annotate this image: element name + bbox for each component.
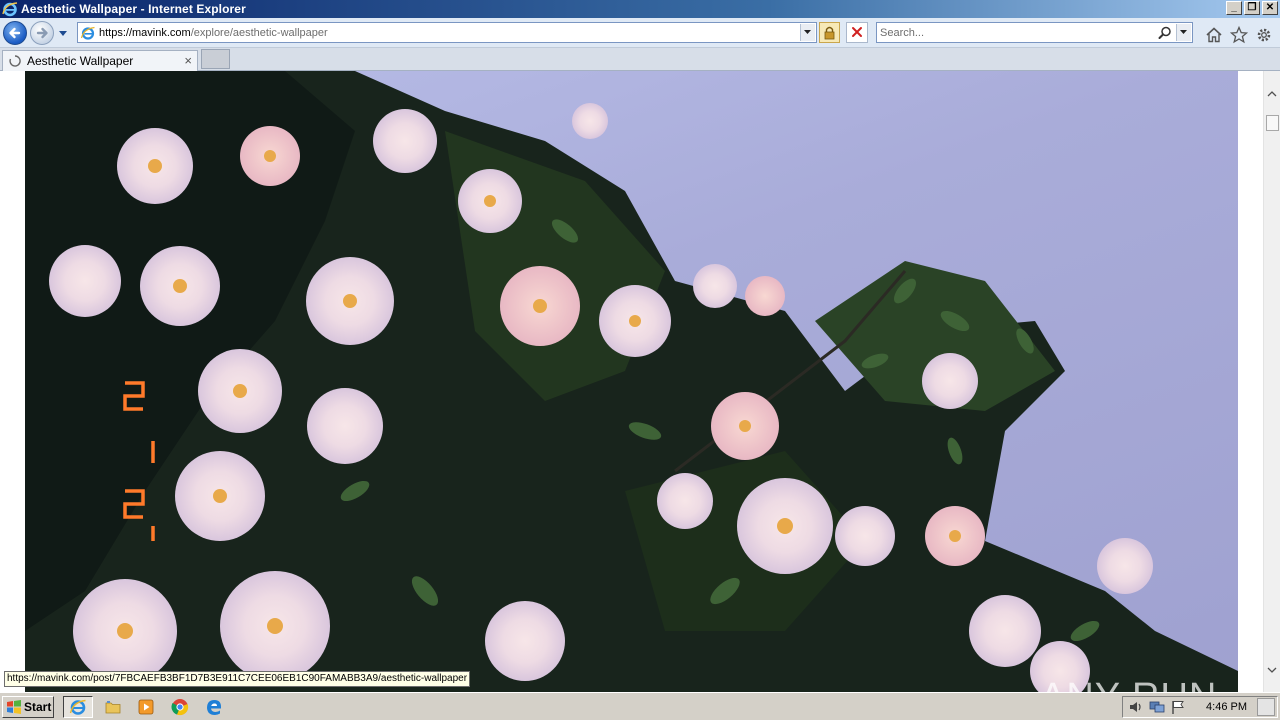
close-window-button[interactable]: ✕ bbox=[1262, 1, 1278, 15]
vertical-scrollbar[interactable] bbox=[1263, 71, 1280, 692]
security-lock-button[interactable] bbox=[819, 22, 840, 43]
lock-icon bbox=[824, 26, 835, 40]
arrow-right-icon bbox=[36, 27, 48, 39]
taskbar-clock[interactable]: 4:46 PM bbox=[1206, 701, 1247, 713]
navigation-bar: https://mavink.com/explore/aesthetic-wal… bbox=[0, 18, 1280, 48]
file-explorer-icon bbox=[105, 701, 121, 714]
new-tab-button[interactable] bbox=[201, 49, 230, 69]
page-icon bbox=[80, 26, 95, 40]
page-content: ANY RUN bbox=[0, 71, 1280, 718]
tab-close-button[interactable]: × bbox=[184, 54, 192, 67]
scrollbar-thumb[interactable] bbox=[1266, 115, 1279, 131]
tab-aesthetic-wallpaper[interactable]: Aesthetic Wallpaper × bbox=[2, 50, 198, 71]
edge-icon bbox=[207, 700, 221, 715]
scroll-down-icon[interactable] bbox=[1267, 665, 1277, 675]
forward-button[interactable] bbox=[30, 21, 54, 45]
start-label: Start bbox=[24, 700, 52, 714]
media-player-icon bbox=[138, 699, 154, 715]
stop-button[interactable] bbox=[846, 22, 868, 43]
close-icon bbox=[852, 27, 862, 37]
search-dropdown-button[interactable] bbox=[1176, 24, 1191, 41]
chevron-down-icon bbox=[1180, 30, 1187, 34]
taskbar-edge[interactable] bbox=[199, 696, 229, 718]
url-path: /explore/aesthetic-wallpaper bbox=[190, 26, 328, 39]
address-dropdown-button[interactable] bbox=[800, 24, 815, 41]
flower-photo[interactable] bbox=[25, 71, 1238, 692]
windows-logo-icon bbox=[7, 700, 21, 714]
favorites-star-icon[interactable] bbox=[1230, 26, 1248, 44]
recent-pages-dropdown-icon[interactable] bbox=[58, 28, 68, 38]
chevron-down-icon bbox=[804, 30, 811, 34]
internet-explorer-icon bbox=[69, 699, 86, 715]
chrome-icon bbox=[171, 699, 189, 716]
show-desktop-button[interactable] bbox=[1257, 698, 1275, 716]
system-tray: 4:46 PM bbox=[1122, 696, 1278, 718]
search-input[interactable] bbox=[880, 25, 1150, 40]
search-icon[interactable] bbox=[1158, 26, 1172, 40]
gear-icon[interactable] bbox=[1255, 26, 1273, 44]
arrow-left-icon bbox=[9, 27, 21, 39]
search-box[interactable] bbox=[876, 22, 1193, 43]
taskbar-internet-explorer[interactable] bbox=[63, 696, 93, 718]
network-icon[interactable] bbox=[1149, 699, 1165, 715]
url-host: https://mavink.com bbox=[99, 26, 191, 39]
internet-explorer-icon bbox=[2, 2, 18, 17]
tab-label: Aesthetic Wallpaper bbox=[27, 54, 134, 68]
taskbar: Start 4:46 PM bbox=[0, 692, 1280, 720]
back-button[interactable] bbox=[3, 21, 27, 45]
title-bar: Aesthetic Wallpaper - Internet Explorer … bbox=[0, 0, 1280, 18]
taskbar-file-explorer[interactable] bbox=[98, 696, 128, 718]
taskbar-chrome[interactable] bbox=[165, 696, 195, 718]
start-button[interactable]: Start bbox=[2, 696, 54, 718]
url-text[interactable]: https://mavink.com/explore/aesthetic-wal… bbox=[99, 27, 328, 39]
loading-spinner-icon bbox=[9, 55, 21, 67]
volume-icon[interactable] bbox=[1128, 699, 1144, 715]
tab-bar: Aesthetic Wallpaper × bbox=[0, 48, 1280, 71]
maximize-button[interactable]: ❐ bbox=[1244, 1, 1260, 15]
address-bar[interactable]: https://mavink.com/explore/aesthetic-wal… bbox=[77, 22, 817, 43]
home-icon[interactable] bbox=[1205, 26, 1223, 44]
status-link-tooltip: https://mavink.com/post/7FBCAEFB3BF1D7B3… bbox=[4, 671, 471, 687]
scroll-up-icon[interactable] bbox=[1267, 89, 1277, 99]
action-center-flag-icon[interactable] bbox=[1170, 699, 1186, 715]
flower-photo-art bbox=[25, 71, 1238, 692]
taskbar-media-player[interactable] bbox=[131, 696, 161, 718]
minimize-button[interactable]: _ bbox=[1226, 1, 1242, 15]
window-title: Aesthetic Wallpaper - Internet Explorer bbox=[21, 2, 246, 16]
